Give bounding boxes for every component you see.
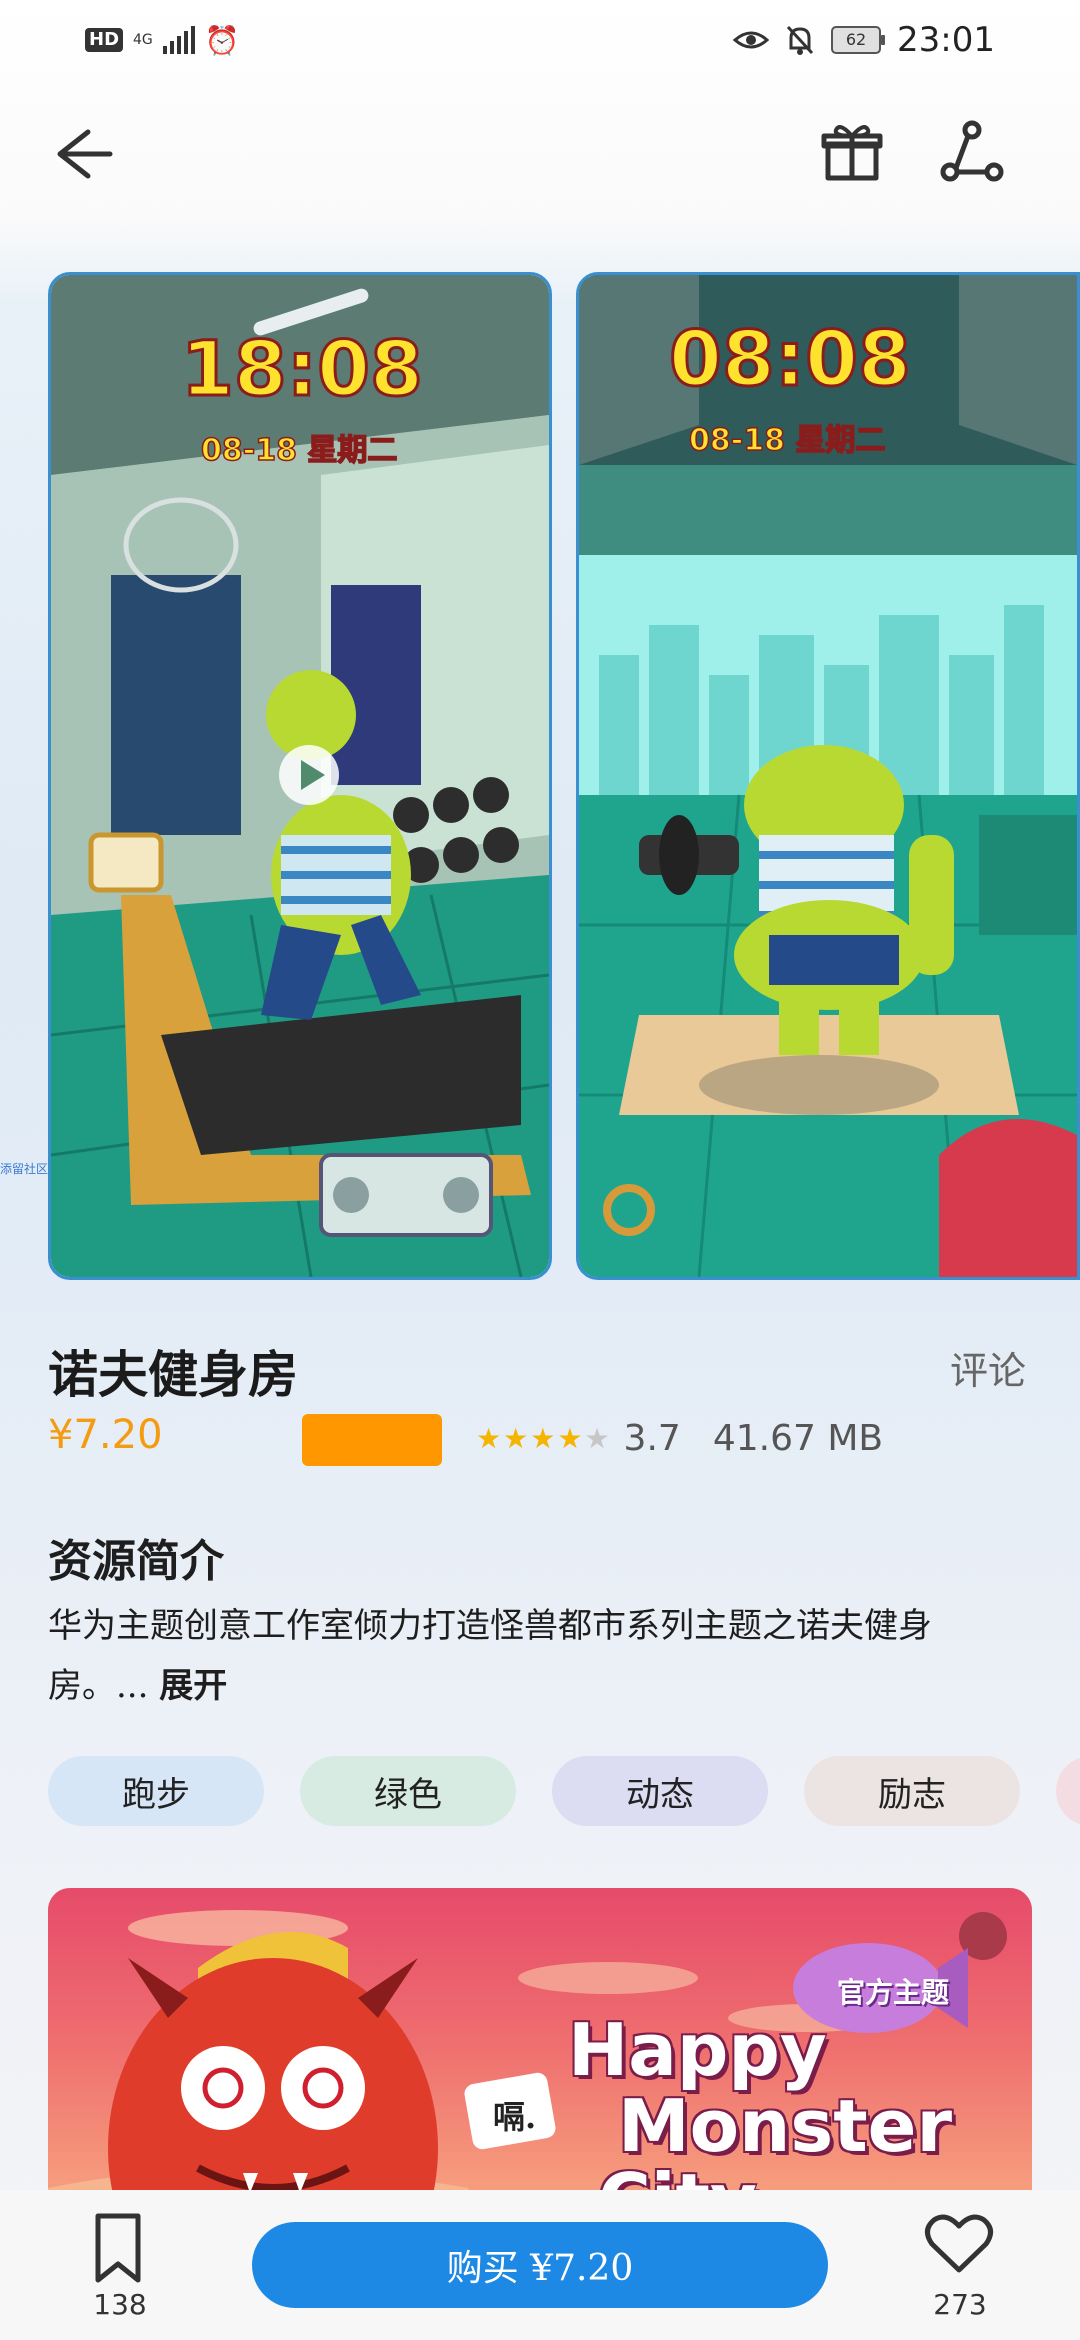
hd-badge: HD (85, 28, 124, 52)
tag-chip[interactable]: 励志 (804, 1756, 1020, 1826)
banner-speech: 嗝. (493, 2098, 536, 2136)
gift-icon (821, 125, 883, 181)
status-right: 62 23:01 (733, 16, 995, 64)
bookmark-count: 138 (93, 2288, 147, 2321)
rating-stars: ★ ★ ★ ★ ★ (476, 1419, 610, 1459)
network-label: 4G (133, 32, 153, 48)
bookmark-icon (95, 2213, 141, 2283)
battery-icon: 62 (831, 26, 886, 54)
banner-line-2: Monster (618, 2084, 952, 2168)
star-icon: ★ (503, 1421, 529, 1455)
signal-icon (162, 26, 195, 54)
theme-price: ¥7.20 (48, 1412, 163, 1458)
share-button[interactable] (936, 116, 1008, 188)
rating-value: 3.7 (623, 1418, 681, 1459)
eye-icon (733, 31, 770, 49)
clock: 23:01 (897, 20, 995, 60)
buy-button[interactable]: 购买 ¥7.20 (252, 2222, 828, 2308)
comments-link[interactable]: 评论 (950, 1340, 1026, 1395)
side-tag[interactable]: 添留社区 (0, 1160, 48, 1177)
preview-2-clock: 08:08 (669, 314, 911, 403)
theme-title: 诺夫健身房 (48, 1345, 298, 1404)
tag-chip[interactable]: 跑步 (48, 1756, 264, 1826)
intro-heading: 资源简介 (48, 1536, 224, 1587)
status-left: HD 4G ⏰ (85, 20, 240, 60)
like-count: 273 (933, 2288, 987, 2321)
star-icon: ★ (530, 1421, 556, 1455)
intro-text-block: 华为主题创意工作室倾力打造怪兽都市系列主题之诺夫健身房。... 展开 (48, 1596, 1008, 1716)
tag-chip[interactable]: 动态 (552, 1756, 768, 1826)
alarm-icon: ⏰ (204, 23, 240, 57)
star-icon: ★ (476, 1421, 502, 1455)
tag-chip-partial[interactable] (1056, 1756, 1080, 1826)
gift-button[interactable] (816, 116, 888, 188)
tag-chip[interactable]: 绿色 (300, 1756, 516, 1826)
preview-2-date: 08-18 星期二 (689, 423, 885, 458)
mute-bell-icon (786, 25, 814, 55)
bookmark-button[interactable] (86, 2210, 150, 2290)
back-button[interactable] (48, 118, 120, 190)
star-icon: ★ (584, 1421, 610, 1455)
promo-badge (302, 1414, 442, 1466)
status-bar: HD 4G ⏰ 62 23:01 (0, 0, 1080, 80)
preview-image-2[interactable]: 08:08 08-18 星期二 (576, 272, 1080, 1280)
heart-icon (925, 2214, 993, 2273)
rating-row: ★ ★ ★ ★ ★ 3.7 41.67 MB (476, 1418, 883, 1459)
file-size: 41.67 MB (712, 1418, 884, 1459)
back-arrow-icon (57, 129, 113, 179)
star-icon: ★ (557, 1421, 583, 1455)
expand-link[interactable]: 展开 (159, 1666, 227, 1706)
preview-1-date: 08-18 星期二 (201, 433, 397, 468)
share-icon (940, 120, 1004, 182)
tag-list: 跑步 绿色 动态 励志 (48, 1756, 1020, 1826)
banner-line-1: Happy (568, 2008, 827, 2092)
like-button[interactable] (924, 2212, 994, 2276)
preview-image-1[interactable]: 18:08 08-18 星期二 (48, 272, 552, 1280)
preview-1-clock: 18:08 (181, 324, 423, 413)
official-theme-badge: 官方主题 (836, 1976, 949, 2009)
